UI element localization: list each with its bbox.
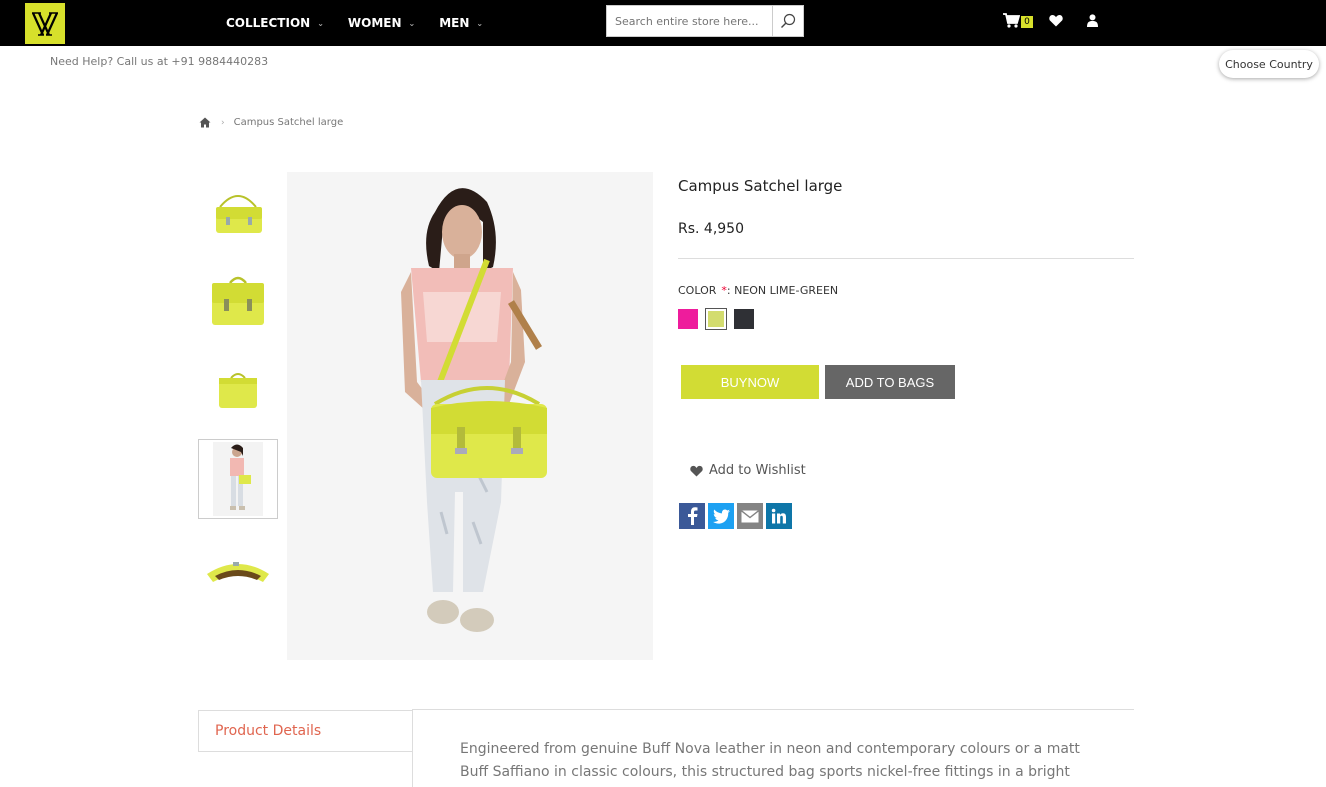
main-nav: COLLECTION ⌄ WOMEN ⌄ MEN ⌄ — [226, 0, 507, 46]
nav-men-label: MEN — [439, 16, 470, 30]
tab-column-border — [412, 752, 413, 787]
swatch-pink[interactable] — [678, 309, 698, 329]
chevron-down-icon: ⌄ — [317, 18, 324, 28]
add-to-wishlist-link[interactable]: Add to Wishlist — [690, 463, 806, 478]
tab-product-details[interactable]: Product Details — [198, 710, 413, 752]
chevron-down-icon: ⌄ — [408, 18, 416, 28]
nav-women-label: WOMEN — [347, 16, 402, 30]
facebook-icon — [688, 507, 698, 525]
thumbnail-3[interactable] — [198, 350, 278, 430]
color-swatches — [678, 308, 762, 330]
twitter-icon — [713, 509, 730, 524]
linkedin-icon — [771, 508, 786, 524]
home-link[interactable] — [199, 117, 211, 128]
search-box — [606, 5, 804, 37]
social-share — [679, 503, 795, 529]
wishlist-label: Add to Wishlist — [709, 463, 806, 478]
add-to-bags-button[interactable]: ADD TO BAGS — [825, 365, 955, 399]
breadcrumb-current: Campus Satchel large — [233, 117, 344, 128]
thumbnail-gallery — [198, 172, 278, 617]
product-price: Rs. 4,950 — [678, 221, 745, 237]
divider — [678, 258, 1134, 259]
product-title: Campus Satchel large — [678, 177, 843, 195]
user-icon — [1087, 13, 1098, 27]
help-text: Need Help? Call us at +91 9884440283 — [50, 55, 269, 68]
nav-women[interactable]: WOMEN ⌄ — [348, 16, 415, 30]
envelope-icon — [741, 509, 759, 522]
product-description: Engineered from genuine Buff Nova leathe… — [460, 741, 1080, 780]
cart-icon — [1003, 12, 1020, 28]
swatch-neon-lime-green[interactable] — [705, 308, 727, 330]
header-icons: 0 — [1003, 12, 1098, 28]
email-share-button[interactable] — [737, 503, 763, 529]
buy-now-button[interactable]: BUYNOW — [681, 365, 819, 399]
main-product-image[interactable] — [287, 172, 653, 660]
account-button[interactable] — [1087, 13, 1098, 27]
search-button[interactable] — [772, 6, 803, 36]
home-icon — [199, 117, 211, 128]
breadcrumb-separator: › — [221, 117, 225, 128]
thumbnail-1[interactable] — [198, 172, 278, 252]
cart-count-badge: 0 — [1021, 16, 1033, 28]
thumbnail-2[interactable] — [198, 261, 278, 341]
brand-logo[interactable] — [25, 3, 65, 44]
color-label-row: COLOR *: NEON LIME-GREEN — [678, 284, 838, 297]
thumbnail-5[interactable] — [198, 528, 278, 608]
search-icon — [781, 13, 796, 28]
cart-button[interactable]: 0 — [1003, 12, 1033, 28]
nav-men[interactable]: MEN ⌄ — [439, 16, 483, 30]
tabs-divider — [412, 709, 1134, 710]
breadcrumb: › Campus Satchel large — [199, 117, 343, 128]
swatch-black[interactable] — [734, 309, 754, 329]
heart-icon — [1049, 14, 1063, 26]
chevron-down-icon: ⌄ — [476, 18, 484, 28]
color-label: COLOR — [678, 284, 717, 297]
facebook-share-button[interactable] — [679, 503, 705, 529]
top-navbar: COLLECTION ⌄ WOMEN ⌄ MEN ⌄ 0 — [0, 0, 1326, 46]
wishlist-header-button[interactable] — [1049, 14, 1063, 27]
heart-icon — [690, 465, 703, 477]
thumbnail-4[interactable] — [198, 439, 278, 519]
search-input[interactable] — [607, 6, 773, 36]
color-value: : NEON LIME-GREEN — [726, 284, 839, 297]
choose-country-button[interactable]: Choose Country — [1219, 50, 1319, 78]
nav-collection-label: COLLECTION — [226, 16, 311, 30]
twitter-share-button[interactable] — [708, 503, 734, 529]
nav-collection[interactable]: COLLECTION ⌄ — [226, 16, 324, 30]
linkedin-share-button[interactable] — [766, 503, 792, 529]
